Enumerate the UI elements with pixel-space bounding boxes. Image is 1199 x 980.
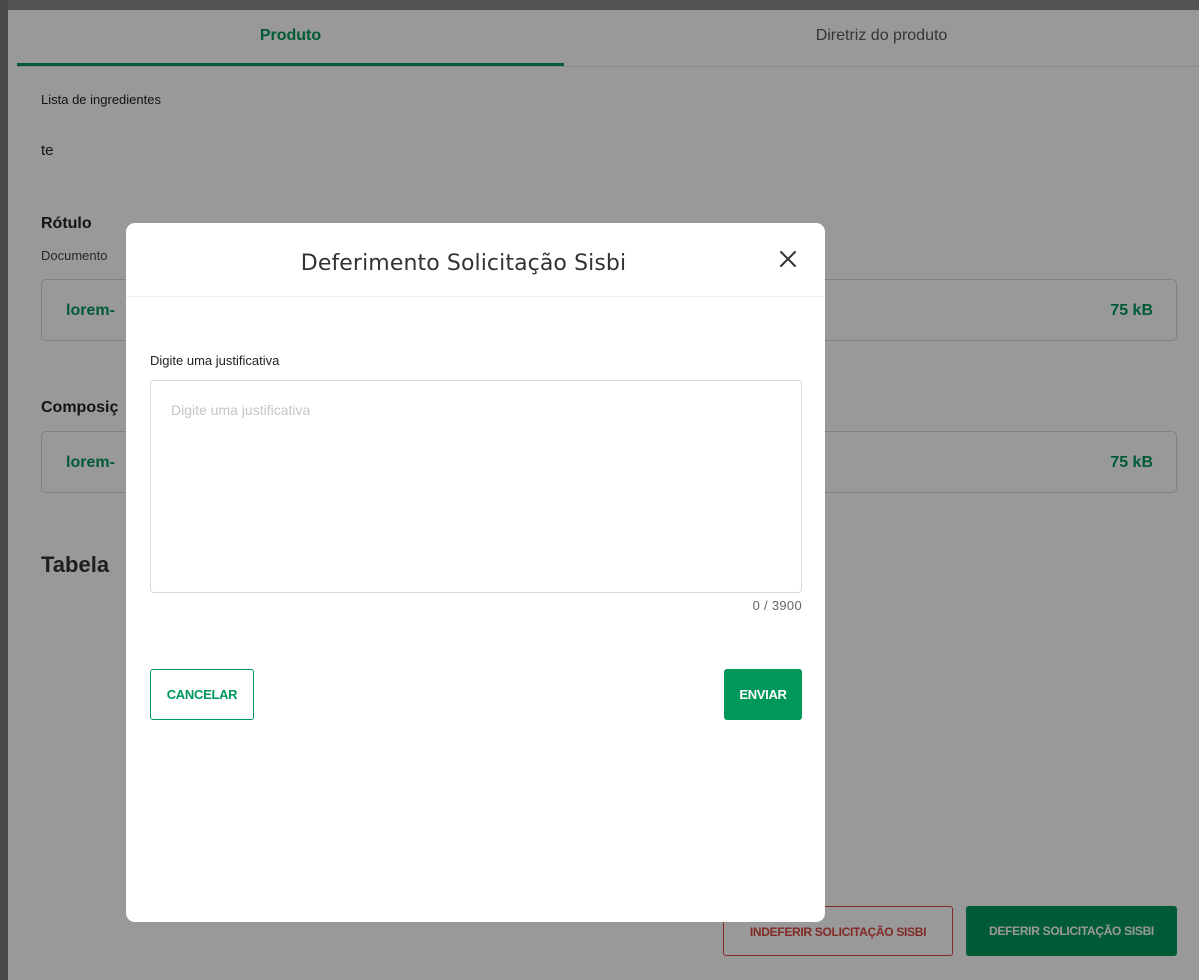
modal-header: Deferimento Solicitação Sisbi bbox=[126, 223, 825, 297]
cancel-button[interactable]: CANCELAR bbox=[150, 669, 254, 720]
justificativa-textarea[interactable] bbox=[150, 380, 802, 593]
justificativa-label: Digite uma justificativa bbox=[150, 353, 280, 368]
modal-title: Deferimento Solicitação Sisbi bbox=[300, 251, 627, 276]
close-icon[interactable] bbox=[776, 247, 800, 271]
submit-button[interactable]: ENVIAR bbox=[724, 669, 802, 720]
character-counter: 0 / 3900 bbox=[752, 598, 802, 613]
deferimento-modal: Deferimento Solicitação Sisbi Digite uma… bbox=[126, 223, 825, 922]
